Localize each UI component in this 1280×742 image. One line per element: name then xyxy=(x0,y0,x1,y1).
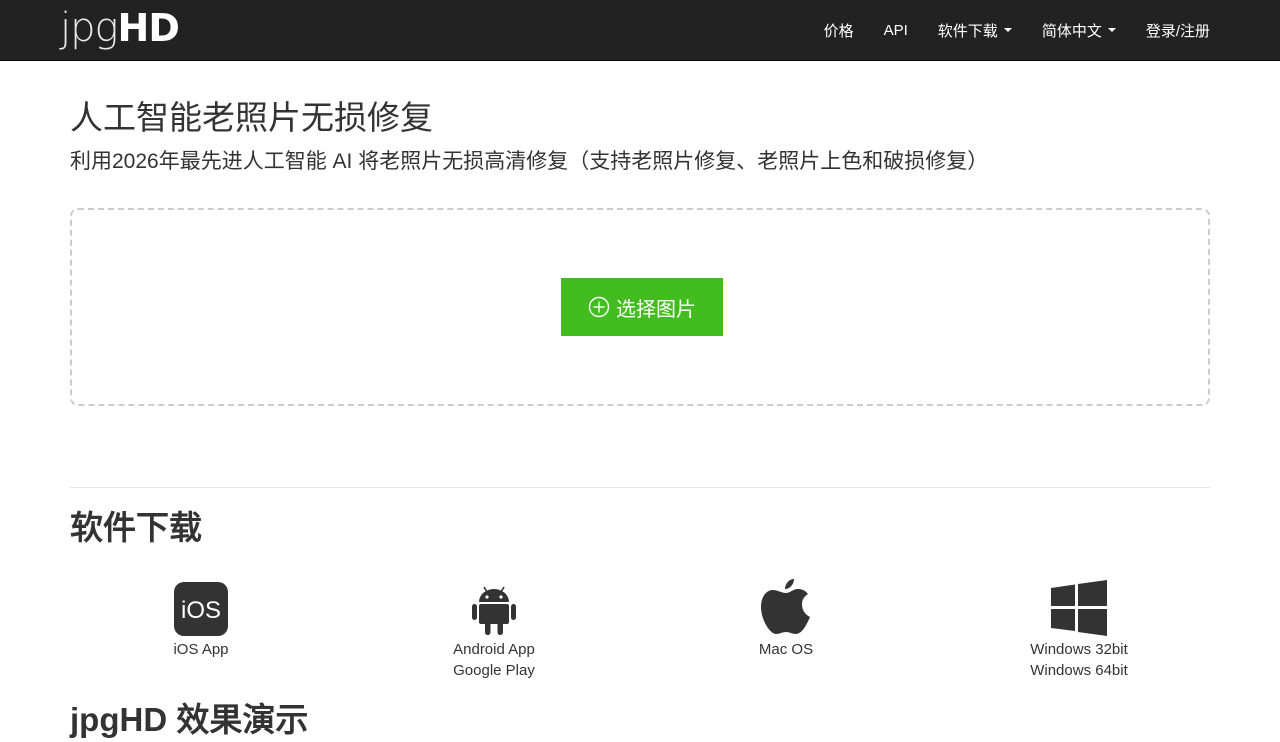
nav-download-dropdown[interactable]: 软件下载 xyxy=(938,20,1012,41)
download-android[interactable]: Android App Google Play xyxy=(394,572,594,681)
navbar: jpg HD 价格 API 软件下载 简体中文 登录/注册 xyxy=(0,0,1280,61)
plus-circle-icon xyxy=(588,296,610,318)
ios-icon: iOS xyxy=(174,582,228,636)
download-windows[interactable]: Windows 32bit Windows 64bit xyxy=(979,572,1179,681)
nav-pricing-label: 价格 xyxy=(823,22,854,40)
android-icon xyxy=(472,586,516,635)
download-mac[interactable]: Mac OS xyxy=(686,572,886,660)
logo-light-text: jpg xyxy=(60,5,119,51)
nav-language-dropdown[interactable]: 简体中文 xyxy=(1042,20,1116,41)
download-ios[interactable]: iOS iOS App xyxy=(101,572,301,660)
nav-login-link[interactable]: 登录/注册 xyxy=(1146,20,1210,41)
download-windows32-label: Windows 32bit xyxy=(1030,641,1128,658)
logo-bold-text: HD xyxy=(117,6,180,50)
caret-down-icon xyxy=(1003,28,1012,32)
apple-icon xyxy=(761,579,810,634)
upload-dropzone[interactable]: 选择图片 xyxy=(70,208,1210,406)
nav-language-label: 简体中文 xyxy=(1041,22,1102,40)
nav-login-label: 登录/注册 xyxy=(1145,22,1210,40)
nav-api-link[interactable]: API xyxy=(884,22,908,39)
logo[interactable]: jpg HD xyxy=(60,4,180,54)
demo-title: jpgHD 效果演示 xyxy=(70,701,309,738)
downloads-list: iOS iOS App Android App Google Play Mac … xyxy=(70,572,1210,692)
select-image-button[interactable]: 选择图片 xyxy=(561,278,723,336)
section-divider xyxy=(70,487,1210,488)
nav-download-label: 软件下载 xyxy=(937,22,998,40)
download-windows64-label: Windows 64bit xyxy=(1030,662,1128,679)
svg-text:iOS: iOS xyxy=(181,597,221,624)
download-mac-label: Mac OS xyxy=(758,641,814,658)
nav-menu: 价格 API 软件下载 简体中文 登录/注册 xyxy=(824,0,1210,60)
download-google-play-label: Google Play xyxy=(453,662,535,679)
download-android-label: Android App xyxy=(453,641,535,658)
downloads-title: 软件下载 xyxy=(70,509,202,546)
caret-down-icon xyxy=(1107,28,1116,32)
nav-api-label: API xyxy=(883,21,908,39)
windows-icon xyxy=(1051,580,1107,636)
page-subtitle: 利用2026年最先进人工智能 AI 将老照片无损高清修复（支持老照片修复、老照片… xyxy=(70,150,989,173)
select-image-label: 选择图片 xyxy=(616,296,696,321)
page-title: 人工智能老照片无损修复 xyxy=(70,99,433,136)
nav-pricing-link[interactable]: 价格 xyxy=(824,20,854,41)
download-ios-label: iOS App xyxy=(173,641,229,658)
